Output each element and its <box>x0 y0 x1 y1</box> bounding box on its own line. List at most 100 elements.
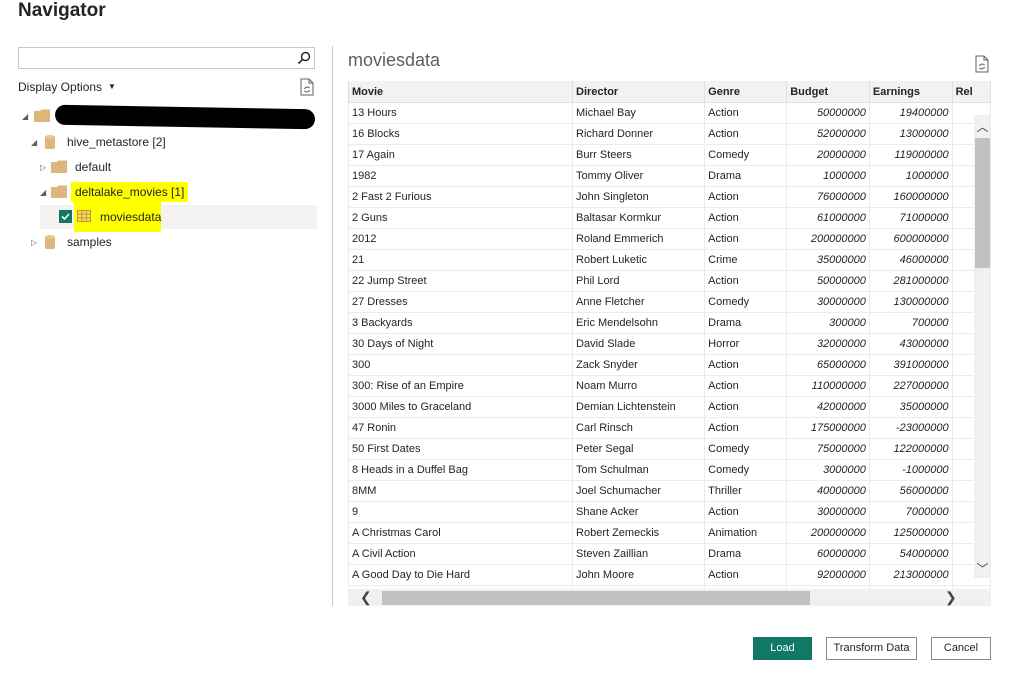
table-cell: 30000000 <box>786 291 870 313</box>
search-icon[interactable] <box>297 51 311 65</box>
column-header[interactable]: Budget <box>786 81 870 103</box>
table-row: A Civil Action Steven Zaillian Drama 600000… <box>348 543 991 565</box>
table-cell: 43000000 <box>868 333 953 355</box>
table-cell: 42000000 <box>786 396 870 418</box>
table-cell: 213000000 <box>868 564 953 586</box>
table-cell: Action <box>704 207 788 229</box>
table-cell: Action <box>704 354 788 376</box>
table-cell: 47 Ronin <box>348 417 574 439</box>
transform-data-button[interactable]: Transform Data <box>826 637 917 660</box>
table-row: 27 Dresses Anne Fletcher Comedy 30000000 130… <box>348 291 991 313</box>
expand-triangle-icon[interactable]: ▷ <box>40 158 46 178</box>
table-cell: 300 <box>348 354 574 376</box>
database-icon <box>45 135 55 149</box>
table-cell: 40000000 <box>786 480 870 502</box>
display-options-dropdown[interactable]: Display Options ▼ <box>18 80 116 94</box>
column-header[interactable]: Director <box>572 81 706 103</box>
table-cell: 19400000 <box>868 102 953 124</box>
tree-item-default[interactable]: ▷ default <box>40 157 310 177</box>
table-cell: 50000000 <box>786 102 870 124</box>
vertical-scroll-thumb[interactable] <box>975 138 990 268</box>
chevron-down-icon: ▼ <box>108 82 116 91</box>
scroll-up-icon[interactable]: ︿ <box>975 118 990 135</box>
table-cell: 3000 Miles to Graceland <box>348 396 574 418</box>
table-cell: 3 Backyards <box>348 312 574 334</box>
table-cell: Action <box>704 186 788 208</box>
table-row: 21 Robert Luketic Crime 35000000 46000000 <box>348 249 991 271</box>
tree-item-deltalake-movies[interactable]: ◢ deltalake_movies [1] <box>40 182 310 202</box>
table-cell: David Slade <box>572 333 706 355</box>
table-cell: 65000000 <box>786 354 870 376</box>
checkbox-checked-icon[interactable] <box>59 210 72 223</box>
table-cell: 54000000 <box>868 543 953 565</box>
refresh-icon[interactable] <box>974 55 990 73</box>
scroll-down-icon[interactable]: ﹀ <box>975 560 990 577</box>
search-input[interactable] <box>18 47 315 69</box>
table-icon <box>77 210 91 222</box>
table-cell: 75000000 <box>786 438 870 460</box>
table-cell: Comedy <box>704 291 788 313</box>
table-cell: Crime <box>704 249 788 271</box>
table-row: 1982 Tommy Oliver Drama 1000000 1000000 <box>348 165 991 187</box>
table-cell: 13000000 <box>868 123 953 145</box>
table-cell: 46000000 <box>868 249 953 271</box>
column-header[interactable]: Genre <box>704 81 788 103</box>
table-cell: 27 Dresses <box>348 291 574 313</box>
table-cell: 200000000 <box>786 522 870 544</box>
tree-label: samples <box>67 235 112 249</box>
table-row: 2012 Roland Emmerich Action 200000000 600000… <box>348 228 991 250</box>
table-cell: 700000 <box>868 312 953 334</box>
table-cell: 125000000 <box>868 522 953 544</box>
collapse-triangle-icon[interactable]: ◢ <box>40 183 46 203</box>
table-cell: 8MM <box>348 480 574 502</box>
collapse-triangle-icon[interactable]: ◢ <box>31 133 37 153</box>
table-cell: 110000000 <box>786 375 870 397</box>
tree-label: deltalake_movies [1] <box>71 182 189 202</box>
table-cell: Comedy <box>704 459 788 481</box>
load-button[interactable]: Load <box>753 637 812 660</box>
expand-triangle-icon[interactable]: ▷ <box>31 233 37 253</box>
tree-item-samples[interactable]: ▷ samples <box>31 232 311 252</box>
tree-item-hive-metastore[interactable]: ◢ hive_metastore [2] <box>31 132 311 152</box>
table-cell: 300: Rise of an Empire <box>348 375 574 397</box>
table-cell: 1000000 <box>868 165 953 187</box>
collapse-triangle-icon[interactable]: ◢ <box>22 107 28 127</box>
table-cell: 60000000 <box>786 543 870 565</box>
table-cell: A Christmas Carol <box>348 522 574 544</box>
table-cell: Action <box>704 501 788 523</box>
table-row: 8MM Joel Schumacher Thriller 40000000 560000… <box>348 480 991 502</box>
table-cell: A Good Day to Die Hard <box>348 564 574 586</box>
table-cell: Robert Luketic <box>572 249 706 271</box>
column-header[interactable]: Earnings <box>868 81 953 103</box>
folder-icon <box>51 185 67 198</box>
table-cell: 16 Blocks <box>348 123 574 145</box>
table-cell: Comedy <box>704 144 788 166</box>
table-row: 22 Jump Street Phil Lord Action 50000000 281… <box>348 270 991 292</box>
table-cell: Richard Donner <box>572 123 706 145</box>
table-cell: 52000000 <box>786 123 870 145</box>
table-cell: Action <box>704 228 788 250</box>
refresh-icon[interactable] <box>299 78 315 96</box>
horizontal-scroll-thumb[interactable] <box>382 591 810 605</box>
column-header[interactable]: Movie <box>348 81 574 103</box>
column-header[interactable]: Rel <box>951 81 991 103</box>
cancel-button[interactable]: Cancel <box>931 637 991 660</box>
scroll-left-icon[interactable]: ❮ <box>360 589 372 606</box>
table-cell: Phil Lord <box>572 270 706 292</box>
scroll-right-icon[interactable]: ❯ <box>945 589 957 606</box>
preview-table: Movie Director Genre Budget Earnings Rel… <box>348 81 991 606</box>
table-cell: 3000000 <box>786 459 870 481</box>
pane-divider[interactable] <box>332 46 333 606</box>
table-row: 300: Rise of an Empire Noam Murro Action 11… <box>348 375 991 397</box>
table-cell: 61000000 <box>786 207 870 229</box>
table-cell: Comedy <box>704 438 788 460</box>
table-row: 2 Guns Baltasar Kormkur Action 61000000 7100… <box>348 207 991 229</box>
window-title: Navigator <box>18 0 106 21</box>
tree-item-moviesdata[interactable]: moviesdata <box>58 202 308 232</box>
table-cell: Drama <box>704 165 788 187</box>
table-cell: 130000000 <box>868 291 953 313</box>
table-cell: Action <box>704 396 788 418</box>
table-row: 16 Blocks Richard Donner Action 52000000 130… <box>348 123 991 145</box>
tree-item-root[interactable]: ◢ <box>22 106 52 126</box>
table-cell: Drama <box>704 543 788 565</box>
